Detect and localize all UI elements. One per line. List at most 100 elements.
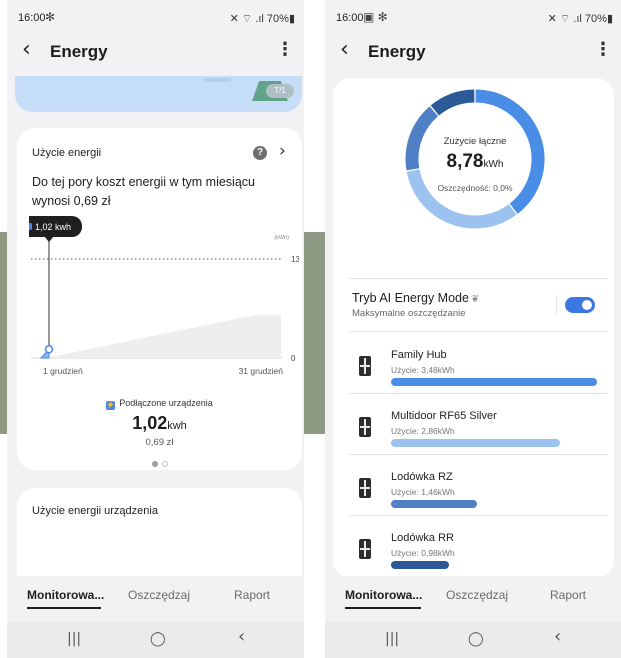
legend-label: Podłączone urządzenia bbox=[119, 398, 213, 408]
ring-slice bbox=[430, 89, 475, 116]
ring-slice bbox=[406, 169, 517, 229]
more-options-icon[interactable]: ⋮ bbox=[594, 40, 612, 60]
tab-save[interactable]: Oszczędzaj bbox=[128, 588, 190, 602]
energy-total-value: 1,02 bbox=[132, 413, 168, 433]
status-time: 16:00 bbox=[336, 12, 364, 24]
divider bbox=[349, 515, 608, 516]
tooltip-plug-icon bbox=[29, 223, 32, 230]
page-title: Energy bbox=[50, 42, 108, 61]
tab-report[interactable]: Raport bbox=[234, 588, 270, 602]
leaf-icon: ❦ bbox=[470, 294, 480, 305]
more-options-icon[interactable]: ⋮ bbox=[276, 40, 294, 60]
back-icon[interactable]: ‹ bbox=[340, 39, 349, 61]
tab-monitoring[interactable]: Monitorowa... bbox=[345, 588, 422, 602]
recent-apps-icon[interactable]: ||| bbox=[385, 630, 399, 648]
energy-banner[interactable]: T/1 bbox=[15, 76, 302, 112]
device-name: Lodówka RR bbox=[391, 532, 454, 544]
plug-icon: ⚡ bbox=[106, 401, 116, 410]
status-bar: 16:00 ▣ ✻ ✕ ⌔ .ıl 70%▮ bbox=[325, 0, 621, 34]
nav-back-icon[interactable]: ‹ bbox=[554, 628, 561, 646]
usage-chart-svg: 1,02 kwh (kWh) 137 0 1 grudzień 31 grudzień bbox=[29, 216, 299, 376]
cost-summary: Do tej pory koszt energii w tym miesiącu… bbox=[32, 175, 255, 208]
device-row-multidoor[interactable]: Multidoor RF65 Silver Użycie: 2,86kWh bbox=[333, 397, 614, 455]
savings-percent: Oszczędność: 0,0% bbox=[437, 183, 513, 193]
recent-apps-icon[interactable]: ||| bbox=[67, 630, 81, 648]
total-usage-ring: Zużycie łączne 8,78kWh Oszczędność: 0,0% bbox=[402, 86, 548, 232]
phone-screen-devices: 16:00 ▣ ✻ ✕ ⌔ .ıl 70%▮ ‹ Energy ⋮ Zużyci… bbox=[325, 0, 621, 658]
tab-active-indicator bbox=[27, 607, 101, 609]
tab-monitoring[interactable]: Monitorowa... bbox=[27, 588, 104, 602]
device-usage: Użycie: 1,46kWh bbox=[391, 487, 455, 497]
nav-back-icon[interactable]: ‹ bbox=[238, 628, 245, 646]
device-usage: Użycie: 0,98kWh bbox=[391, 548, 455, 558]
y-reference-label: 137 bbox=[291, 255, 299, 264]
home-icon[interactable]: ◯ bbox=[468, 630, 484, 648]
status-time: 16:00 bbox=[18, 12, 46, 24]
device-name: Multidoor RF65 Silver bbox=[391, 410, 497, 422]
status-system-icons: ✕ ⌔ .ıl 70%▮ bbox=[547, 13, 613, 25]
divider bbox=[349, 454, 608, 455]
total-usage-label: Zużycie łączne bbox=[443, 136, 507, 147]
chevron-right-icon[interactable]: › bbox=[279, 142, 286, 160]
system-nav-bar: ||| ◯ ‹ bbox=[7, 622, 304, 658]
bottom-tabs: Monitorowa... Oszczędzaj Raport bbox=[325, 576, 621, 622]
y-zero-label: 0 bbox=[291, 354, 296, 363]
device-usage-bar bbox=[391, 378, 597, 386]
banner-badge: T/1 bbox=[266, 84, 294, 98]
device-usage-header: Użycie energii urządzenia bbox=[32, 505, 158, 517]
page-dot[interactable] bbox=[161, 461, 168, 467]
help-icon[interactable]: ? bbox=[253, 146, 267, 160]
device-row-lodowka-rz[interactable]: Lodówka RZ Użycie: 1,46kWh bbox=[333, 458, 614, 516]
app-bar: ‹ Energy ⋮ bbox=[7, 36, 304, 70]
toggle-separator bbox=[556, 295, 557, 315]
energy-total: 1,02kwh bbox=[17, 413, 302, 434]
tab-save[interactable]: Oszczędzaj bbox=[446, 588, 508, 602]
status-notification-icons: ▣ ✻ bbox=[363, 10, 388, 24]
ai-mode-title-text: Tryb AI Energy Mode bbox=[352, 291, 469, 305]
energy-usage-card[interactable]: Użycie energii ? › Do tej pory koszt ene… bbox=[17, 128, 302, 470]
energy-total-unit: kwh bbox=[167, 420, 187, 432]
device-row-family-hub[interactable]: Family Hub Użycie: 3,48kWh bbox=[333, 336, 614, 394]
energy-cost: 0,69 zł bbox=[145, 437, 174, 448]
axis-unit-label: (kWh) bbox=[274, 235, 289, 241]
device-usage: Użycie: 2,86kWh bbox=[391, 426, 455, 436]
tab-report[interactable]: Raport bbox=[550, 588, 586, 602]
energy-devices-card: Zużycie łączne 8,78kWh Oszczędność: 0,0%… bbox=[333, 78, 614, 578]
fridge-icon bbox=[359, 478, 371, 498]
banner-decoration bbox=[205, 78, 231, 82]
app-bar: ‹ Energy ⋮ bbox=[325, 36, 621, 70]
total-usage-unit: kWh bbox=[483, 159, 504, 170]
phone-screen-usage: 16:00 ✻ ✕ ⌔ .ıl 70%▮ ‹ Energy ⋮ T/1 Użyc… bbox=[7, 0, 304, 658]
page-indicator[interactable] bbox=[17, 454, 302, 472]
energy-usage-header: Użycie energii bbox=[32, 147, 102, 159]
tooltip-value: 1,02 kwh bbox=[35, 222, 71, 232]
device-usage-bar bbox=[391, 500, 478, 508]
device-name: Family Hub bbox=[391, 349, 447, 361]
system-nav-bar: ||| ◯ ‹ bbox=[325, 622, 621, 658]
total-usage-value: 8,78 bbox=[446, 151, 484, 172]
divider bbox=[349, 331, 608, 332]
device-name: Lodówka RZ bbox=[391, 471, 453, 483]
status-notification-icons: ✻ bbox=[45, 10, 56, 24]
device-usage-bar bbox=[391, 439, 561, 447]
status-bar: 16:00 ✻ ✕ ⌔ .ıl 70%▮ bbox=[7, 0, 304, 34]
fridge-icon bbox=[359, 539, 371, 559]
usage-chart[interactable]: 1,02 kwh (kWh) 137 0 1 grudzień 31 grudzień bbox=[29, 216, 299, 381]
tab-active-indicator bbox=[345, 607, 421, 609]
fridge-icon bbox=[359, 356, 371, 376]
page-title: Energy bbox=[368, 42, 426, 61]
home-icon[interactable]: ◯ bbox=[150, 630, 166, 648]
back-icon[interactable]: ‹ bbox=[22, 39, 31, 61]
ai-mode-title: Tryb AI Energy Mode ❦ bbox=[352, 291, 479, 305]
page-dot-active[interactable] bbox=[151, 461, 158, 467]
ai-mode-toggle[interactable] bbox=[565, 297, 595, 313]
device-usage: Użycie: 3,48kWh bbox=[391, 365, 455, 375]
divider bbox=[349, 278, 608, 279]
device-usage-bar bbox=[391, 561, 449, 569]
toggle-knob bbox=[582, 300, 592, 310]
fridge-icon bbox=[359, 417, 371, 437]
projection-area bbox=[49, 314, 281, 358]
total-usage: 8,78kWh bbox=[402, 151, 548, 173]
device-row-lodowka-rr[interactable]: Lodówka RR Użycie: 0,98kWh bbox=[333, 519, 614, 577]
bottom-tabs: Monitorowa... Oszczędzaj Raport bbox=[7, 576, 304, 622]
